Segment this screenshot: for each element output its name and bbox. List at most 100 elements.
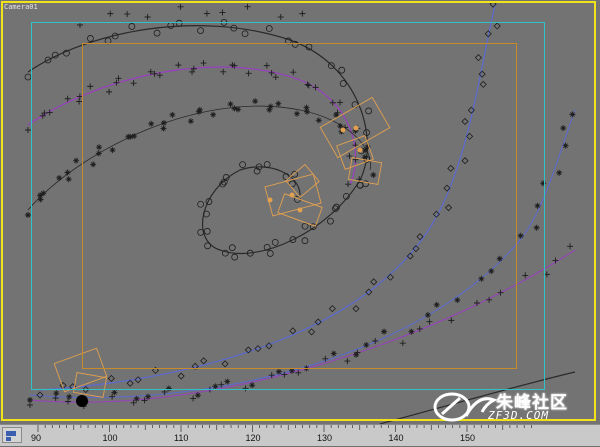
marker-plus — [290, 69, 297, 76]
timeline-tick-label: 130 — [317, 433, 333, 443]
marker-plus-top — [177, 3, 184, 10]
object-dot — [76, 395, 88, 407]
marker-circle — [339, 80, 347, 87]
marker-star — [95, 150, 102, 157]
marker-star-lower — [381, 328, 388, 335]
marker-circle — [87, 35, 94, 42]
bone-joint — [297, 207, 303, 213]
marker-circle-inner — [203, 227, 211, 235]
marker-plus — [245, 70, 252, 77]
marker-diamond — [221, 360, 229, 368]
marker-star-lower — [540, 180, 547, 187]
marker-circle — [338, 66, 346, 74]
marker-diamond — [352, 305, 360, 313]
marker-diamond — [493, 22, 501, 30]
marker-star — [64, 169, 71, 176]
timeline-tick-label: 100 — [102, 433, 118, 443]
marker-plus-lower — [426, 318, 433, 325]
marker-plus — [337, 99, 344, 106]
viewport-label[interactable]: Camera01 — [4, 3, 38, 11]
marker-circle-inner — [356, 181, 364, 189]
marker-plus-lower — [522, 272, 529, 279]
marker-plus-lower — [190, 395, 197, 402]
marker-star — [275, 100, 282, 107]
marker-star-lower — [517, 232, 524, 239]
marker-circle — [241, 30, 249, 38]
camera-viewport[interactable]: Camera01 朱峰社区 ZF3D.COM — [0, 0, 600, 424]
marker-plus-top — [77, 22, 83, 28]
marker-plus — [220, 68, 227, 75]
marker-circle-inner — [291, 170, 299, 178]
marker-star — [160, 119, 167, 126]
marker-plus-lower — [448, 317, 455, 324]
bone-joint — [340, 127, 346, 133]
time-config-button[interactable] — [2, 427, 22, 443]
marker-plus-top — [203, 10, 210, 17]
timeline-tick-label: 110 — [174, 433, 189, 443]
marker-circle — [265, 25, 273, 32]
time-slider-track[interactable]: 90 100 110 120 130 140 150 — [0, 424, 600, 446]
marker-diamond — [461, 117, 469, 126]
marker-plus-lower — [52, 395, 59, 402]
marker-star — [315, 117, 322, 124]
key-filter-icon — [6, 431, 16, 441]
marker-plus — [329, 99, 336, 106]
marker-circle-inner — [203, 210, 210, 218]
marker-plus-lower — [552, 257, 559, 264]
timeline-tick-label: 150 — [460, 433, 476, 443]
marker-circle — [351, 101, 359, 109]
bone-joint — [289, 192, 295, 198]
bone-joint — [267, 197, 273, 203]
marker-plus — [76, 93, 83, 100]
marker-diamond — [151, 366, 160, 374]
marker-star-lower — [330, 350, 337, 357]
marker-circle — [220, 19, 228, 26]
bone-joint — [353, 125, 359, 131]
marker-plus — [263, 62, 270, 69]
marker-plus — [345, 181, 352, 188]
marker-diamond — [308, 328, 316, 336]
marker-circle-inner — [327, 217, 334, 225]
marker-plus — [76, 98, 83, 105]
marker-plus — [130, 80, 137, 87]
marker-star — [56, 174, 63, 181]
marker-circle — [24, 73, 32, 81]
marker-star — [109, 147, 116, 154]
marker-star-lower — [556, 169, 563, 176]
marker-plus-lower — [130, 399, 137, 406]
watermark-url: ZF3D.COM — [488, 409, 549, 422]
marker-star — [210, 111, 217, 118]
marker-diamond — [445, 204, 453, 212]
marker-plus-lower — [344, 358, 351, 365]
marker-circle-inner — [221, 249, 229, 257]
marker-star — [73, 157, 80, 164]
marker-star-lower — [433, 301, 440, 308]
marker-star-lower — [560, 125, 567, 132]
marker-circle — [153, 29, 161, 37]
marker-plus-lower — [242, 385, 249, 392]
marker-circle — [128, 23, 136, 30]
marker-circle — [104, 37, 112, 45]
marker-plus-top — [107, 10, 114, 17]
marker-diamond — [289, 327, 297, 335]
marker-star — [187, 118, 194, 125]
marker-star-lower — [165, 385, 172, 392]
watermark: 朱峰社区 ZF3D.COM — [430, 388, 598, 424]
marker-star-lower — [533, 224, 540, 231]
marker-circle-inner — [204, 242, 211, 250]
marker-plus — [106, 88, 113, 95]
marker-star — [96, 144, 103, 151]
marker-circle-inner — [301, 237, 309, 245]
marker-star-lower — [212, 383, 219, 390]
marker-plus-top — [244, 3, 251, 10]
marker-plus — [87, 83, 94, 90]
marker-circle — [197, 27, 204, 34]
marker-plus-top — [144, 14, 151, 21]
marker-star — [293, 110, 300, 117]
marker-diamond — [200, 357, 208, 365]
marker-plus-lower — [399, 340, 406, 347]
marker-plus-top — [219, 9, 226, 16]
marker-star — [252, 98, 259, 105]
scene-canvas — [24, 0, 576, 424]
marker-circle-inner — [197, 228, 205, 236]
